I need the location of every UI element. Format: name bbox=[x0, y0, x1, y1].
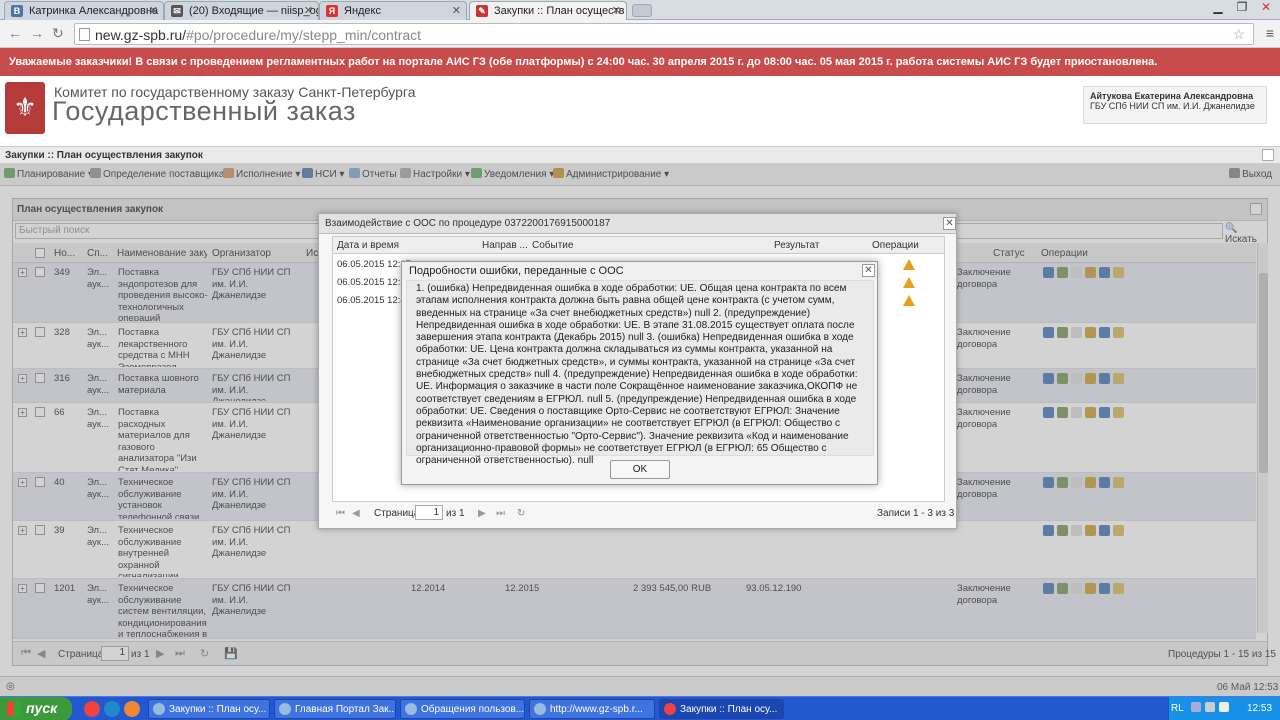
url-field[interactable]: new.gz-spb.ru/#po/procedure/my/stepp_min… bbox=[74, 23, 1254, 45]
chrome-icon bbox=[664, 703, 676, 715]
close-icon[interactable]: ✕ bbox=[149, 4, 158, 17]
clock[interactable]: 12:53 bbox=[1247, 703, 1272, 714]
user-name: Айтукова Екатерина Александровна bbox=[1090, 91, 1254, 101]
back-icon[interactable]: ← bbox=[8, 25, 22, 41]
warning-icon[interactable] bbox=[903, 277, 915, 288]
dialog-title: Подробности ошибки, переданные с ООС bbox=[402, 262, 877, 280]
taskbar-item[interactable]: Обращения пользов... bbox=[400, 699, 525, 719]
address-bar: ← → ↻ new.gz-spb.ru/#po/procedure/my/ste… bbox=[0, 20, 1280, 48]
grid-header: Дата и время Направ ... Событие Результа… bbox=[333, 237, 944, 254]
browser-tab-mail[interactable]: ✉ (20) Входящие — niisp_ogz ✕ bbox=[164, 1, 319, 20]
close-icon[interactable]: ✕ bbox=[612, 4, 621, 17]
page-number-input[interactable]: 1 bbox=[415, 505, 443, 520]
ie-icon bbox=[405, 703, 417, 715]
breadcrumb: Закупки :: План осуществления закупок bbox=[0, 146, 1280, 164]
bookmark-star-icon[interactable]: ☆ bbox=[1232, 26, 1245, 43]
new-tab-button[interactable] bbox=[632, 4, 652, 17]
browser-tab-bar: В Катринка Александровна ✕ ✉ (20) Входящие … bbox=[0, 0, 1280, 20]
interaction-pager: ⏮ ◀ Страница 1 из 1 ▶ ⏭ ↻ Записи 1 - 3 и… bbox=[336, 505, 955, 520]
records-summary: Записи 1 - 3 из 3 bbox=[877, 508, 955, 519]
restore-icon[interactable]: ❐ bbox=[1230, 0, 1254, 14]
browser-tab-zakupki[interactable]: ✎ Закупки :: План осуществ ✕ bbox=[469, 1, 627, 20]
skype-icon[interactable] bbox=[104, 701, 120, 717]
ie-icon bbox=[153, 703, 165, 715]
vk-icon: В bbox=[11, 5, 23, 17]
error-details-dialog: Подробности ошибки, переданные с ООС ✕ 1… bbox=[401, 261, 878, 485]
chrome-icon[interactable] bbox=[84, 701, 100, 717]
language-indicator[interactable]: RL bbox=[1171, 703, 1184, 714]
close-icon[interactable]: ✕ bbox=[304, 4, 313, 17]
close-icon[interactable]: ✕ bbox=[452, 4, 461, 17]
warning-icon[interactable] bbox=[903, 259, 915, 270]
yandex-icon: Я bbox=[326, 5, 338, 17]
ok-button[interactable]: OK bbox=[610, 460, 670, 479]
taskbar-item[interactable]: http://www.gz-spb.r... bbox=[529, 699, 655, 719]
windows-logo-icon bbox=[7, 702, 21, 716]
volume-icon[interactable] bbox=[1219, 702, 1229, 712]
mail-icon: ✉ bbox=[171, 5, 183, 17]
prev-page-icon[interactable]: ◀ bbox=[352, 508, 360, 519]
browser-tab-vk[interactable]: В Катринка Александровна ✕ bbox=[4, 1, 164, 20]
error-text: 1. (ошибка) Непредвиденная ошибка в ходе… bbox=[406, 280, 874, 466]
ie-icon bbox=[279, 703, 291, 715]
close-window-icon[interactable]: ✕ bbox=[1254, 0, 1278, 14]
dialog-title: Взаимодействие с ООС по процедуре 037220… bbox=[319, 214, 956, 234]
refresh-icon[interactable]: ↻ bbox=[517, 508, 525, 519]
taskbar-item[interactable]: Закупки :: План осу... bbox=[148, 699, 270, 719]
site-title: Государственный заказ bbox=[52, 96, 356, 126]
page-icon bbox=[79, 28, 90, 41]
next-page-icon[interactable]: ▶ bbox=[478, 508, 486, 519]
user-org: ГБУ СПб НИИ СП им. И.И. Джанелидзе bbox=[1090, 101, 1255, 111]
network-icon[interactable] bbox=[1205, 702, 1215, 712]
forward-icon[interactable]: → bbox=[30, 25, 44, 41]
start-button[interactable]: пуск bbox=[0, 697, 72, 720]
maintenance-banner: Уважаемые заказчики! В связи с проведени… bbox=[0, 48, 1280, 76]
browser-menu-icon[interactable]: ≡ bbox=[1266, 25, 1274, 41]
close-icon[interactable]: ✕ bbox=[943, 217, 956, 230]
windows-taskbar: пуск Закупки :: План осу... Главная Порт… bbox=[0, 696, 1280, 720]
system-tray: RL 12:53 bbox=[1168, 697, 1280, 720]
minimize-icon[interactable]: ▁ bbox=[1206, 0, 1230, 14]
close-icon[interactable]: ✕ bbox=[862, 264, 875, 277]
last-page-icon[interactable]: ⏭ bbox=[496, 508, 505, 519]
ie-icon bbox=[534, 703, 546, 715]
page-icon: ✎ bbox=[476, 5, 488, 17]
firefox-icon[interactable] bbox=[124, 701, 140, 717]
taskbar-item[interactable]: Главная Портал Зак... bbox=[274, 699, 396, 719]
tray-icon[interactable] bbox=[1191, 702, 1201, 712]
user-info: Айтукова Екатерина Александровна ГБУ СПб… bbox=[1083, 86, 1267, 124]
collapse-icon[interactable] bbox=[1262, 149, 1274, 161]
browser-tab-yandex[interactable]: Я Яндекс ✕ bbox=[319, 1, 467, 20]
site-header: ⚜ Комитет по государственному заказу Сан… bbox=[0, 76, 1280, 146]
spb-emblem-logo: ⚜ bbox=[5, 82, 45, 134]
taskbar-item-active[interactable]: Закупки :: План осу... bbox=[659, 699, 784, 719]
first-page-icon[interactable]: ⏮ bbox=[336, 508, 345, 519]
reload-icon[interactable]: ↻ bbox=[52, 25, 64, 42]
warning-icon[interactable] bbox=[903, 295, 915, 306]
